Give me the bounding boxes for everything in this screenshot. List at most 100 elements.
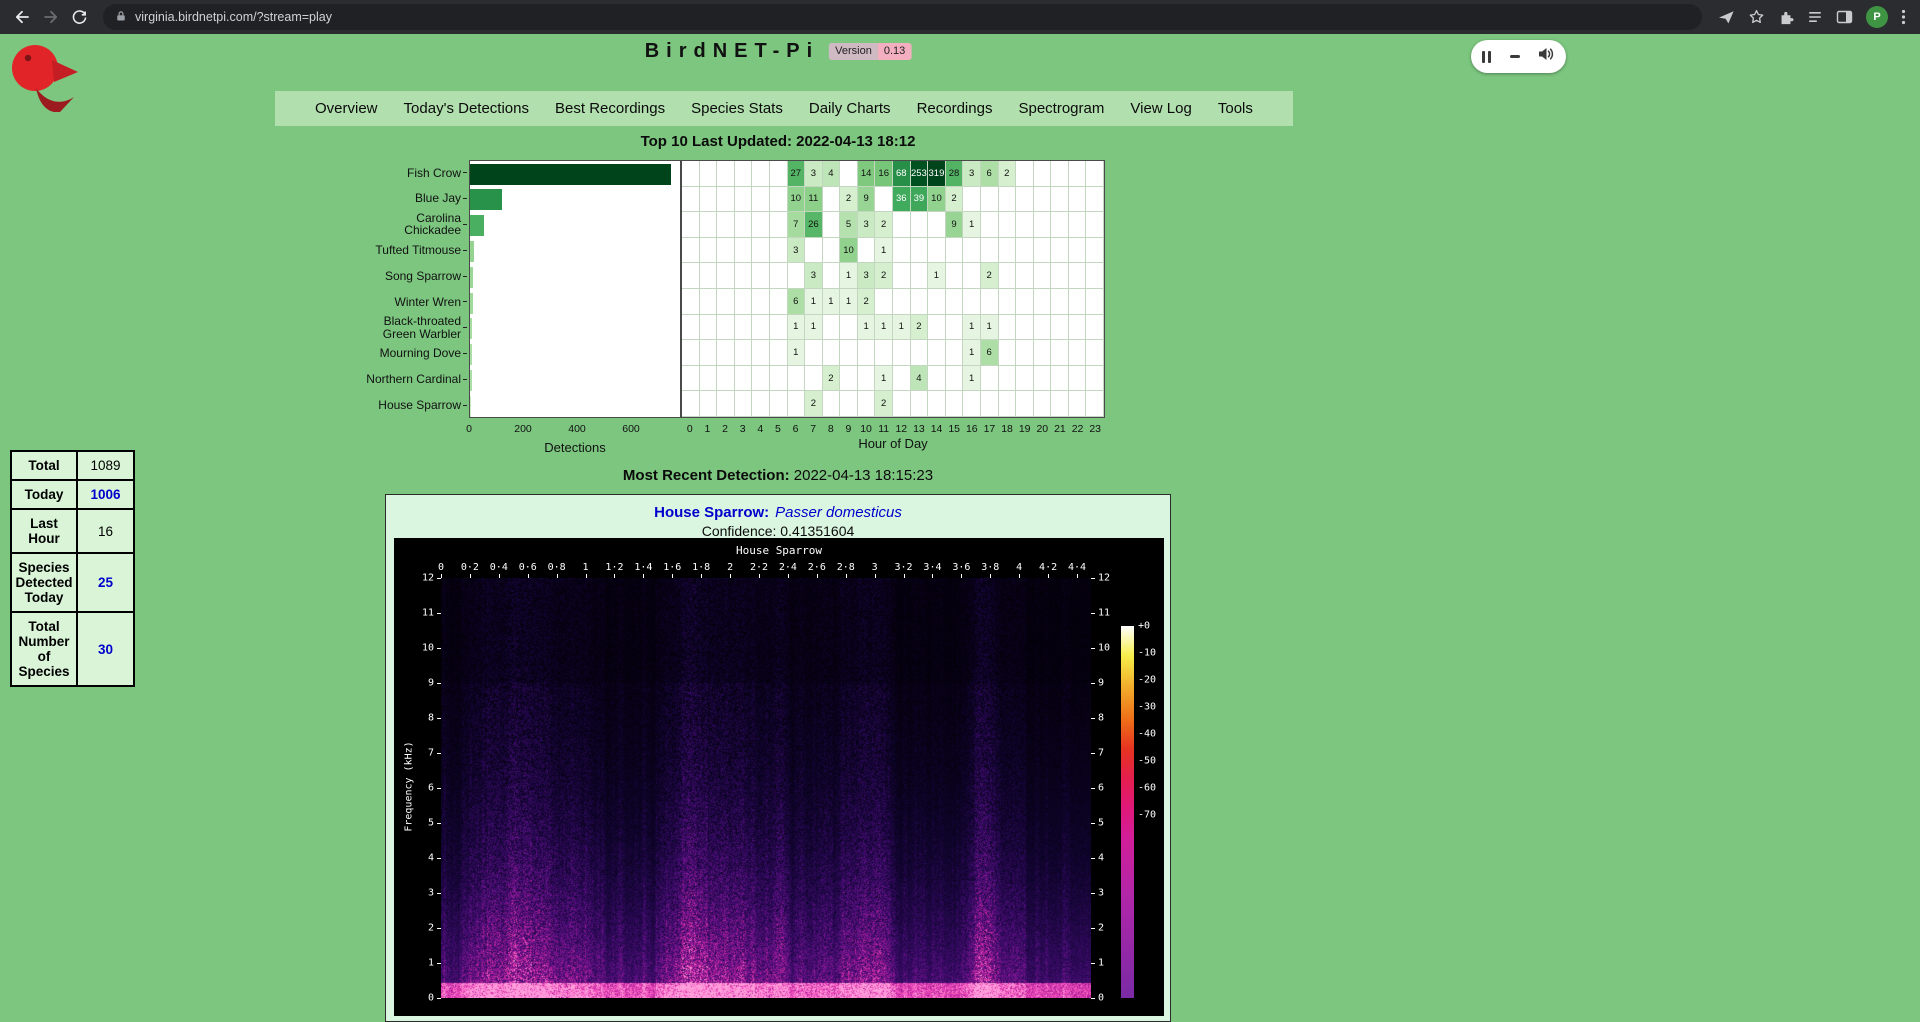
- send-icon[interactable]: [1718, 9, 1735, 25]
- browser-reload-button[interactable]: [66, 4, 93, 31]
- heatmap-cell: [823, 263, 841, 289]
- stats-row-total: Total1089: [11, 451, 134, 480]
- heatmap-cell: 27: [788, 161, 806, 187]
- nav-item-recordings[interactable]: Recordings: [917, 100, 993, 117]
- heatmap-cell: [963, 187, 981, 213]
- nav-item-best-recordings[interactable]: Best Recordings: [555, 100, 665, 117]
- hour-axis-tick: 14: [931, 423, 943, 435]
- spectrogram-x-tick: 0: [438, 562, 444, 573]
- species-label-tufted-titmouse: Tufted Titmouse: [366, 237, 467, 263]
- recent-label: Most Recent Detection:: [623, 467, 790, 484]
- hour-axis-tick: 23: [1089, 423, 1101, 435]
- stat-value[interactable]: 1006: [77, 480, 134, 509]
- tick-mark: [437, 648, 441, 649]
- spectrogram-plot: [441, 578, 1091, 998]
- heatmap-cell: [805, 238, 823, 264]
- browser-forward-button[interactable]: [37, 4, 64, 31]
- tick-mark: [437, 928, 441, 929]
- heatmap-cell: [1016, 315, 1034, 341]
- browser-menu-icon[interactable]: [1901, 9, 1906, 25]
- pause-icon[interactable]: [1482, 51, 1491, 63]
- heatmap-cell: 36: [893, 187, 911, 213]
- stat-value[interactable]: 25: [77, 553, 134, 612]
- heatmap-cell: [752, 161, 770, 187]
- heatmap-cell: [700, 340, 718, 366]
- detection-species-link[interactable]: House Sparrow:: [654, 504, 769, 521]
- nav-item-daily-charts[interactable]: Daily Charts: [809, 100, 891, 117]
- heatmap-cell: 253: [911, 161, 929, 187]
- heatmap-cell: [682, 212, 700, 238]
- heatmap-cell: [840, 366, 858, 392]
- reading-list-icon[interactable]: [1807, 9, 1823, 25]
- heatmap-cell: 2: [875, 391, 893, 417]
- spectrogram-x-tick: 3·6: [952, 562, 970, 573]
- heatmap-cell: [1016, 289, 1034, 315]
- heatmap-cell: 39: [911, 187, 929, 213]
- most-recent-detection: Most Recent Detection: 2022-04-13 18:15:…: [623, 467, 933, 484]
- hour-axis-tick: 7: [810, 423, 816, 435]
- heatmap-cell: [682, 289, 700, 315]
- heatmap-cell: [682, 263, 700, 289]
- heatmap-cell: 9: [946, 212, 964, 238]
- hour-axis-tick: 2: [722, 423, 728, 435]
- heatmap-cell: 3: [805, 263, 823, 289]
- nav-item-view-log[interactable]: View Log: [1130, 100, 1191, 117]
- nav-item-overview[interactable]: Overview: [315, 100, 378, 117]
- audio-player[interactable]: [1471, 40, 1566, 73]
- species-label-northern-cardinal: Northern Cardinal: [366, 366, 467, 392]
- heatmap-cell: 1: [963, 340, 981, 366]
- heatmap-cell: 2: [858, 289, 876, 315]
- hour-axis-label: Hour of Day: [681, 436, 1105, 451]
- heatmap-cell: 6: [788, 289, 806, 315]
- browser-back-button[interactable]: [8, 4, 35, 31]
- nav-item-today-s-detections[interactable]: Today's Detections: [404, 100, 529, 117]
- nav-item-species-stats[interactable]: Species Stats: [691, 100, 783, 117]
- url-text: virginia.birdnetpi.com/?stream=play: [135, 10, 332, 24]
- hour-axis-tick: 10: [860, 423, 872, 435]
- heatmap-cell: [963, 263, 981, 289]
- nav-item-tools[interactable]: Tools: [1218, 100, 1253, 117]
- bookmark-star-icon[interactable]: [1748, 9, 1765, 25]
- heatmap-cell: 10: [788, 187, 806, 213]
- heatmap-cell: [1016, 263, 1034, 289]
- player-timeline[interactable]: [1510, 55, 1520, 58]
- heatmap-cell: [823, 212, 841, 238]
- detection-scientific-name[interactable]: Passer domesticus: [775, 504, 902, 521]
- tick-mark: [788, 574, 789, 578]
- tick-mark: [1091, 963, 1095, 964]
- heatmap-cell: [770, 391, 788, 417]
- heatmap-cell: [981, 212, 999, 238]
- species-label-mourning-dove: Mourning Dove: [366, 341, 467, 367]
- heatmap-cell: 1: [963, 315, 981, 341]
- heatmap-cell: [770, 366, 788, 392]
- heatmap-cell: 2: [823, 366, 841, 392]
- side-panel-icon[interactable]: [1836, 9, 1853, 25]
- heatmap-cell: [1051, 212, 1069, 238]
- heatmap-cell: [1016, 391, 1034, 417]
- spectrogram-x-tick: 0·6: [519, 562, 537, 573]
- stat-value[interactable]: 30: [77, 612, 134, 686]
- nav-item-spectrogram[interactable]: Spectrogram: [1018, 100, 1104, 117]
- spectrogram-y-tick: 12: [1098, 573, 1124, 584]
- profile-avatar[interactable]: P: [1866, 6, 1888, 28]
- heatmap-cell: [717, 187, 735, 213]
- tick-mark: [437, 963, 441, 964]
- hour-axis-tick: 9: [846, 423, 852, 435]
- heatmap-cell: 2: [946, 187, 964, 213]
- heatmap-cell: [735, 289, 753, 315]
- tick-mark: [1091, 893, 1095, 894]
- heatmap-cell: [928, 391, 946, 417]
- volume-icon[interactable]: [1538, 47, 1555, 66]
- heatmap-cell: 11: [805, 187, 823, 213]
- spectrogram-x-tick: 2: [727, 562, 733, 573]
- heatmap-cell: [999, 391, 1017, 417]
- heatmap-cell: 3: [963, 161, 981, 187]
- hourly-heatmap-panel: 2734141668253319283621011293639102726532…: [681, 160, 1105, 418]
- heatmap-cell: [770, 289, 788, 315]
- tick-mark: [1048, 574, 1049, 578]
- species-labels: Fish CrowBlue JayCarolina ChickadeeTufte…: [366, 160, 467, 418]
- heatmap-cell: [911, 391, 929, 417]
- heatmap-cell: [999, 212, 1017, 238]
- address-bar[interactable]: virginia.birdnetpi.com/?stream=play: [103, 4, 1702, 30]
- extensions-icon[interactable]: [1778, 9, 1794, 25]
